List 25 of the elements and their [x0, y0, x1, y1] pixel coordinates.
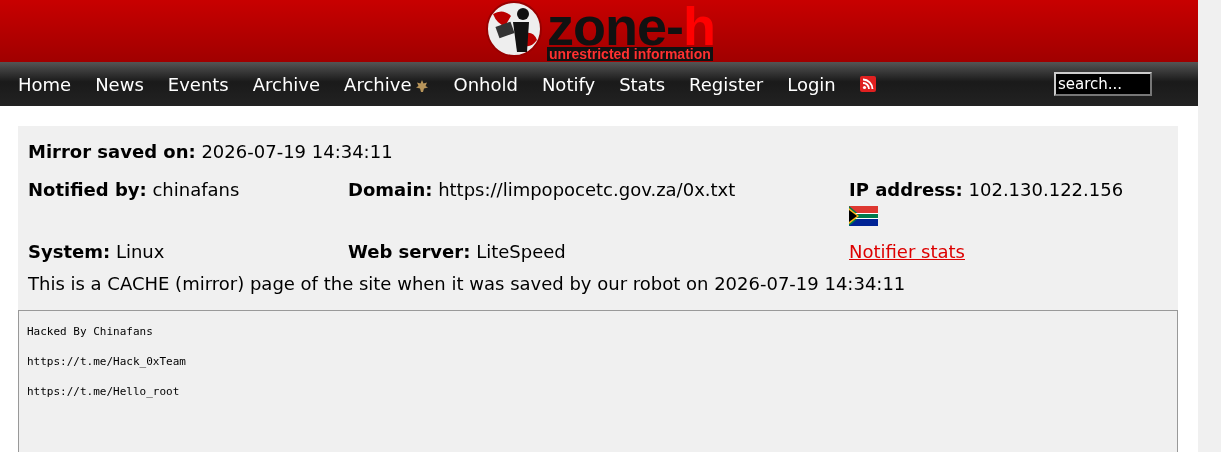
mirror-text: https://t.me/Hello_root — [27, 385, 181, 399]
nav-link[interactable]: Notify — [541, 73, 596, 95]
nav-link[interactable]: Onhold — [453, 73, 518, 95]
detail-text: Web server: LiteSpeed — [348, 240, 567, 264]
detail-text: System: Linux — [28, 240, 166, 264]
logo-tagline: unrestricted information — [547, 46, 713, 61]
nav-link[interactable]: Register — [689, 73, 764, 95]
nav-link[interactable]: Stats — [619, 73, 666, 95]
cache-notice: This is a CACHE (mirror) page of the site when it was saved by our robot on 2026-07-19 14:34:11 — [28, 272, 907, 296]
nav-link[interactable]: Archive — [344, 73, 430, 95]
search-field[interactable]: search... — [1054, 72, 1152, 96]
nav-link[interactable]: Events — [167, 73, 229, 95]
rss-icon[interactable] — [859, 76, 876, 92]
detail-text: IP address: 102.130.122.156 — [849, 178, 1124, 202]
nav-link[interactable]: News — [95, 73, 144, 95]
notifier-stats-link[interactable]: Notifier stats — [849, 240, 965, 264]
mirror-text: https://t.me/Hack_0xTeam — [27, 355, 187, 369]
detail-text: Notified by: chinafans — [28, 178, 241, 202]
detail-text: Domain: https://limpopocetc.gov.za/0x.txt — [348, 178, 737, 202]
nav-link[interactable]: Archive — [252, 73, 321, 95]
nav-link[interactable]: Home — [18, 73, 72, 95]
nav-link[interactable]: Login — [787, 73, 836, 95]
mirror-text: Hacked By Chinafans — [27, 325, 154, 339]
detail-text: Mirror saved on: 2026-07-19 14:34:11 — [28, 140, 394, 164]
globe-figure-icon — [483, 0, 545, 58]
